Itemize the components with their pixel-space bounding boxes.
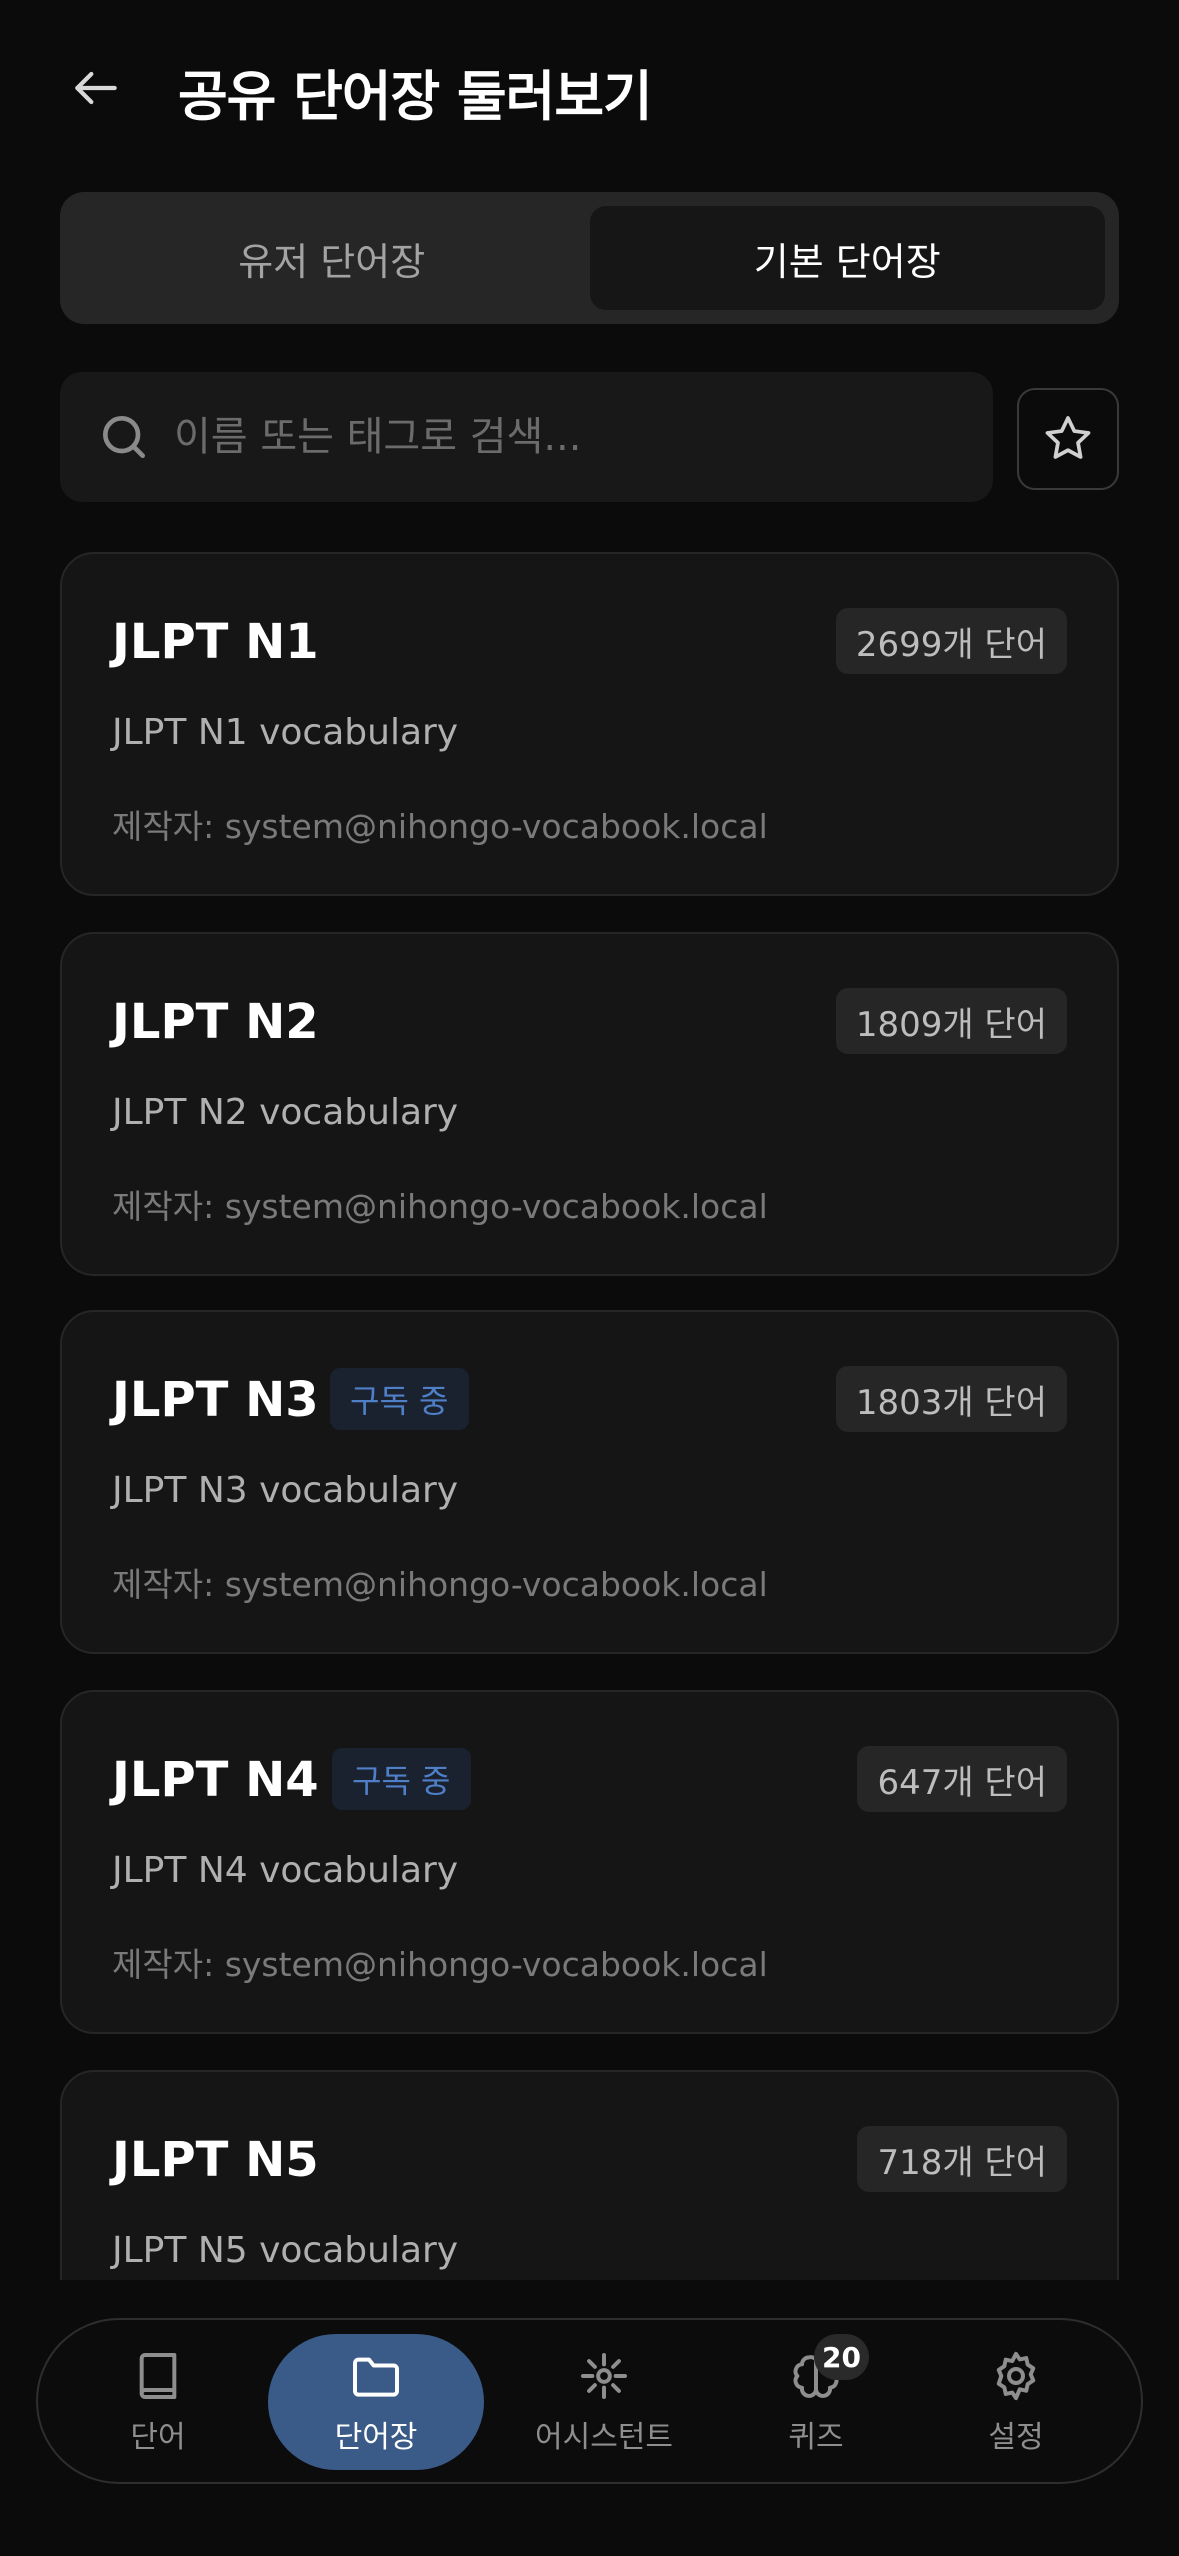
bottom-nav: 단어 단어장 어시스턴트 20 퀴즈 설정 — [36, 2318, 1143, 2484]
word-count-badge: 718개 단어 — [857, 2126, 1067, 2192]
nav-label: 어시스턴트 — [535, 2420, 673, 2455]
nav-label: 단어 — [130, 2420, 186, 2455]
vocabook-card[interactable]: JLPT N3 구독 중 1803개 단어 JLPT N3 vocabulary… — [60, 1310, 1119, 1654]
word-count-badge: 1803개 단어 — [835, 1366, 1067, 1432]
vocabook-author: 제작자: system@nihongo-vocabook.local — [112, 1187, 768, 1226]
vocabook-description: JLPT N2 vocabulary — [112, 1092, 459, 1133]
vocabook-title: JLPT N3 — [112, 1372, 319, 1428]
page-title: 공유 단어장 둘러보기 — [178, 65, 653, 128]
nav-label: 설정 — [988, 2420, 1044, 2455]
favorites-button[interactable] — [1017, 388, 1119, 490]
nav-label: 퀴즈 — [788, 2420, 844, 2455]
nav-item-words[interactable]: 단어 — [68, 2334, 248, 2470]
vocabook-title: JLPT N4 — [112, 1752, 319, 1808]
sparkle-icon — [581, 2353, 627, 2399]
vocabook-title: JLPT N5 — [112, 2132, 319, 2188]
book-icon — [139, 2353, 177, 2399]
tab-user-vocabooks[interactable]: 유저 단어장 — [74, 206, 590, 310]
search-input[interactable] — [174, 414, 954, 460]
vocabook-author: 제작자: system@nihongo-vocabook.local — [112, 807, 768, 846]
vocabook-description: JLPT N3 vocabulary — [112, 1470, 459, 1511]
tab-default-vocabooks[interactable]: 기본 단어장 — [589, 206, 1105, 310]
subscribed-badge: 구독 중 — [332, 1748, 471, 1810]
vocabook-title: JLPT N2 — [112, 994, 319, 1050]
page: 공유 단어장 둘러보기 유저 단어장 기본 단어장 JLPT N1 2699개 … — [0, 0, 1179, 2556]
word-count-badge: 647개 단어 — [857, 1746, 1067, 1812]
gear-icon — [996, 2351, 1036, 2401]
folder-icon — [353, 2357, 399, 2397]
vocabook-title: JLPT N1 — [112, 614, 319, 670]
nav-item-vocabooks[interactable]: 단어장 — [268, 2334, 484, 2470]
nav-label: 단어장 — [334, 2420, 418, 2455]
vocabook-author: 제작자: system@nihongo-vocabook.local — [112, 1565, 768, 1604]
header: 공유 단어장 둘러보기 — [0, 0, 1179, 170]
vocabook-card[interactable]: JLPT N1 2699개 단어 JLPT N1 vocabulary 제작자:… — [60, 552, 1119, 896]
quiz-count-badge: 20 — [814, 2334, 869, 2380]
arrow-left-icon — [75, 71, 117, 105]
vocabook-author: 제작자: system@nihongo-vocabook.local — [112, 1945, 768, 1984]
search-box — [60, 372, 993, 502]
vocabook-card[interactable]: JLPT N5 718개 단어 JLPT N5 vocabulary — [60, 2070, 1119, 2280]
nav-item-quiz[interactable]: 20 퀴즈 — [726, 2334, 906, 2470]
vocabook-card[interactable]: JLPT N2 1809개 단어 JLPT N2 vocabulary 제작자:… — [60, 932, 1119, 1276]
word-count-badge: 1809개 단어 — [835, 988, 1067, 1054]
vocabook-list: JLPT N1 2699개 단어 JLPT N1 vocabulary 제작자:… — [60, 552, 1119, 2280]
search-icon — [103, 416, 146, 458]
vocabook-card[interactable]: JLPT N4 구독 중 647개 단어 JLPT N4 vocabulary … — [60, 1690, 1119, 2034]
vocabook-description: JLPT N4 vocabulary — [112, 1850, 459, 1891]
nav-item-assistant[interactable]: 어시스턴트 — [504, 2334, 704, 2470]
quiz-icon-wrap: 20 — [788, 2334, 869, 2404]
vocabook-type-tabs: 유저 단어장 기본 단어장 — [60, 192, 1119, 324]
vocabook-description: JLPT N1 vocabulary — [112, 712, 459, 753]
vocabook-description: JLPT N5 vocabulary — [112, 2230, 459, 2271]
nav-item-settings[interactable]: 설정 — [926, 2334, 1106, 2470]
word-count-badge: 2699개 단어 — [835, 608, 1067, 674]
back-button[interactable] — [60, 52, 132, 124]
subscribed-badge: 구독 중 — [330, 1368, 469, 1430]
star-icon — [1045, 416, 1091, 459]
